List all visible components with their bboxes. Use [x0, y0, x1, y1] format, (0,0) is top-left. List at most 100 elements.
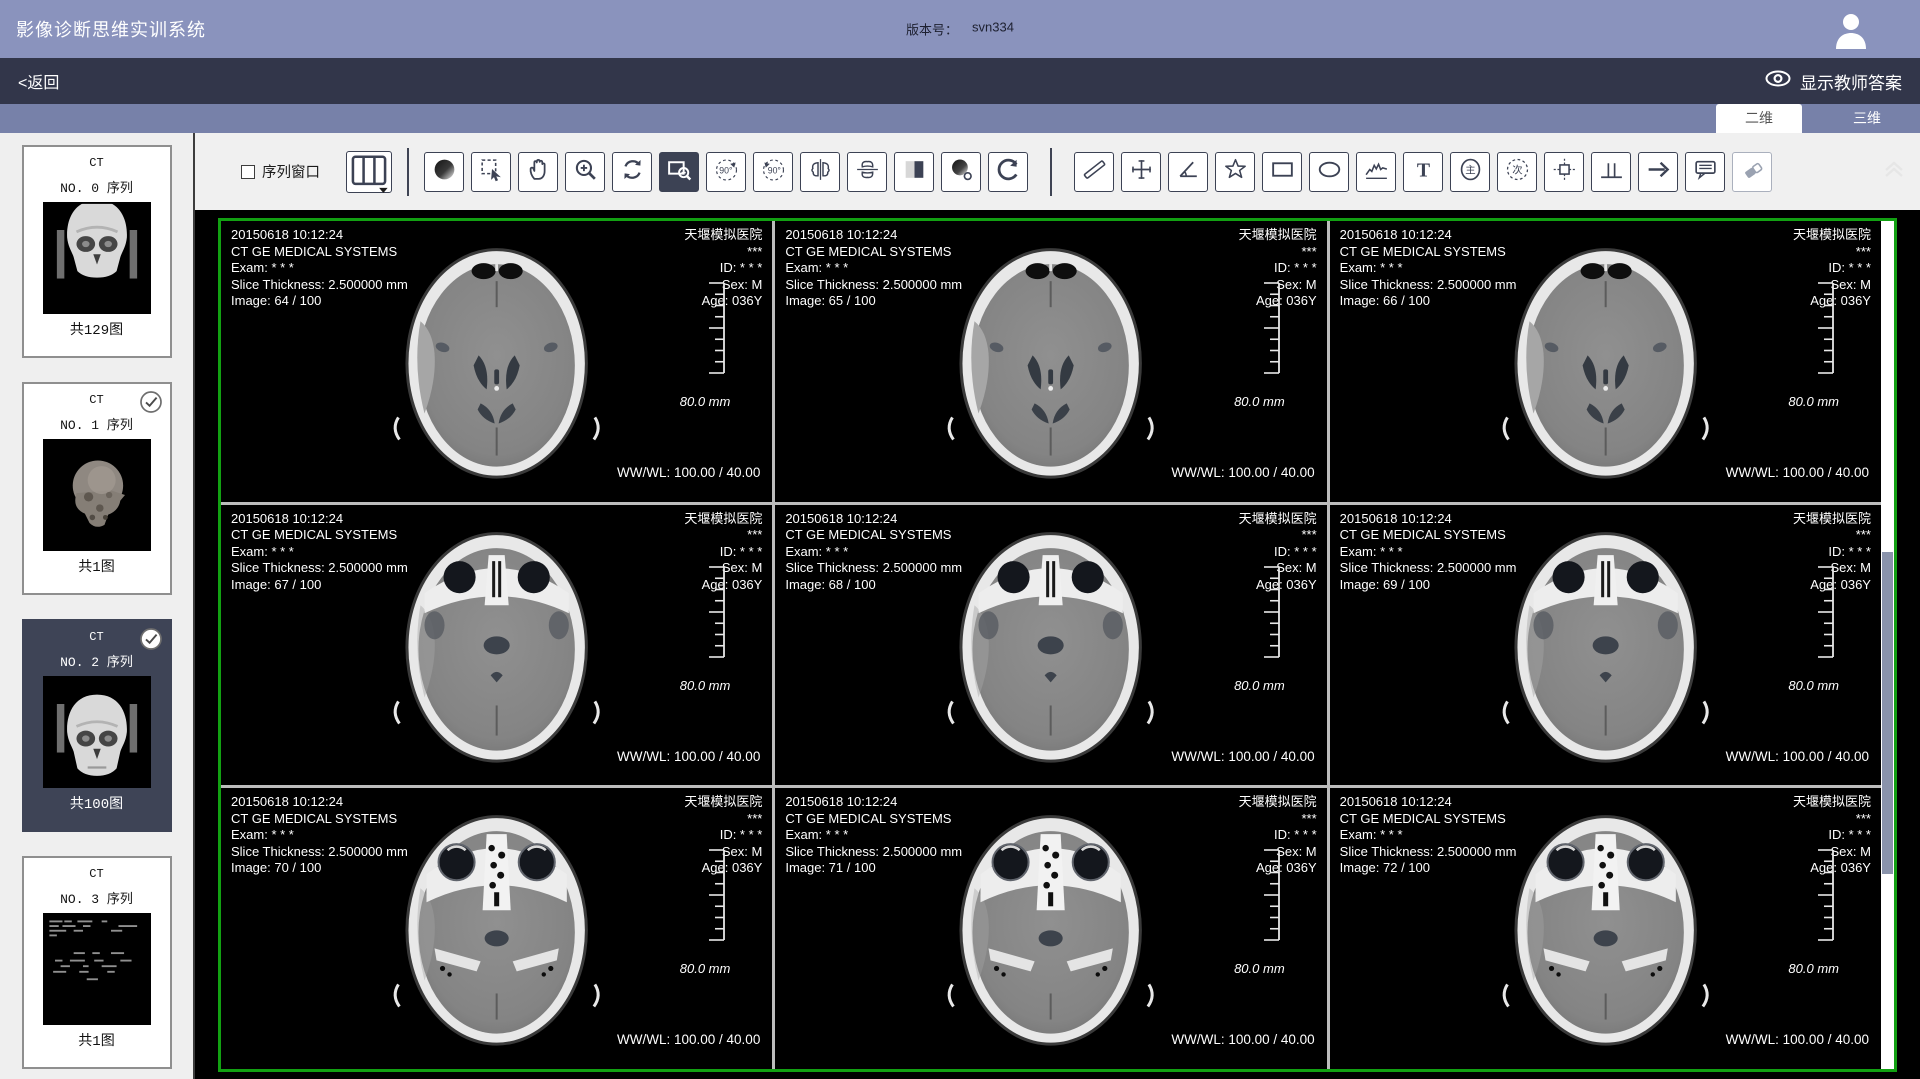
- series-window-checkbox[interactable]: 序列窗口: [241, 161, 320, 182]
- collapse-toolbar-icon[interactable]: [1882, 159, 1906, 184]
- overlay-exam: Exam: * * *: [1340, 544, 1517, 561]
- overlay-patient-id: ID: * * *: [1793, 827, 1871, 844]
- toolbar-button-primary-marker[interactable]: 主: [1450, 152, 1490, 192]
- series-card-2[interactable]: CTNO. 2 序列 共100图: [22, 619, 172, 832]
- svg-text:90°: 90°: [719, 165, 732, 175]
- series-name: NO. 1 序列: [24, 414, 170, 433]
- user-avatar-icon[interactable]: [1830, 9, 1872, 51]
- viewport-cell[interactable]: 20150618 10:12:24 CT GE MEDICAL SYSTEMS …: [775, 788, 1326, 1069]
- toolbar-divider: [407, 148, 409, 196]
- sphere-shade-icon: [431, 156, 458, 188]
- eye-icon: [1765, 70, 1791, 92]
- grid-scrollbar[interactable]: [1881, 221, 1894, 1069]
- rect-roi-icon: [1269, 156, 1296, 188]
- zoom-region-icon: [666, 156, 693, 188]
- viewport-cell[interactable]: 20150618 10:12:24 CT GE MEDICAL SYSTEMS …: [1330, 505, 1881, 786]
- overlay-hospital: 天堰模拟医院: [1239, 794, 1317, 811]
- overlay-wwwl: WW/WL: 100.00 / 40.00: [617, 465, 760, 482]
- viewport-cell[interactable]: 20150618 10:12:24 CT GE MEDICAL SYSTEMS …: [1330, 788, 1881, 1069]
- series-card-3[interactable]: CTNO. 3 序列共1图: [22, 856, 172, 1069]
- series-card-0[interactable]: CTNO. 0 序列 共129图: [22, 145, 172, 358]
- checkbox-box[interactable]: [241, 165, 255, 179]
- toolbar-button-window-level[interactable]: [941, 152, 981, 192]
- layout-button[interactable]: [346, 151, 392, 193]
- toolbar-button-measure-line[interactable]: [1074, 152, 1114, 192]
- viewport-cell[interactable]: 20150618 10:12:24 CT GE MEDICAL SYSTEMS …: [775, 505, 1326, 786]
- measure-angle-icon: [1175, 156, 1202, 188]
- overlay-top-left: 20150618 10:12:24 CT GE MEDICAL SYSTEMS …: [785, 227, 962, 310]
- overlay-exam: Exam: * * *: [1340, 827, 1517, 844]
- overlay-wwwl: WW/WL: 100.00 / 40.00: [617, 1032, 760, 1049]
- toolbar-button-invert[interactable]: [894, 152, 934, 192]
- series-card-1[interactable]: CTNO. 1 序列 共1图: [22, 382, 172, 595]
- toolbar-button-eraser[interactable]: [1732, 152, 1772, 192]
- toolbar-button-rotate-sync[interactable]: [612, 152, 652, 192]
- version-info: 版本号： svn334: [906, 20, 1014, 39]
- ruler-label: 80.0 mm: [1788, 678, 1839, 693]
- toolbar: 序列窗口 90° 90° T主次: [195, 133, 1920, 210]
- scrollbar-thumb[interactable]: [1882, 552, 1893, 874]
- toolbar-button-flip-horizontal[interactable]: [800, 152, 840, 192]
- viewport-cell[interactable]: 20150618 10:12:24 CT GE MEDICAL SYSTEMS …: [1330, 221, 1881, 502]
- series-modality: CT: [24, 156, 170, 170]
- show-teacher-answer-button[interactable]: 显示教师答案: [1765, 69, 1902, 94]
- image-grid: 20150618 10:12:24 CT GE MEDICAL SYSTEMS …: [221, 221, 1881, 1069]
- toolbar-button-arrow-annotation[interactable]: [1638, 152, 1678, 192]
- toolbar-button-zoom-in[interactable]: [565, 152, 605, 192]
- overlay-hospital: 天堰模拟医院: [684, 227, 762, 244]
- viewport-cell[interactable]: 20150618 10:12:24 CT GE MEDICAL SYSTEMS …: [221, 505, 772, 786]
- overlay-top-left: 20150618 10:12:24 CT GE MEDICAL SYSTEMS …: [1340, 227, 1517, 310]
- toolbar-button-star-marker[interactable]: [1215, 152, 1255, 192]
- toolbar-button-hand-pan[interactable]: [518, 152, 558, 192]
- toolbar-button-ellipse-roi[interactable]: [1309, 152, 1349, 192]
- overlay-image-number: Image: 71 / 100: [785, 860, 962, 877]
- toolbar-button-measure-angle[interactable]: [1168, 152, 1208, 192]
- scale-ruler: 80.0 mm: [1234, 280, 1281, 409]
- toolbar-button-secondary-marker[interactable]: 次: [1497, 152, 1537, 192]
- back-button[interactable]: <返回: [18, 69, 59, 93]
- toolbar-button-comment[interactable]: [1685, 152, 1725, 192]
- overlay-image-number: Image: 65 / 100: [785, 293, 962, 310]
- toolbar-button-localizer[interactable]: [1544, 152, 1584, 192]
- scale-ruler: 80.0 mm: [680, 847, 727, 976]
- overlay-patient-id: ID: * * *: [1793, 260, 1871, 277]
- overlay-wwwl: WW/WL: 100.00 / 40.00: [1171, 1032, 1314, 1049]
- overlay-datetime: 20150618 10:12:24: [785, 227, 962, 244]
- toolbar-button-rotate-right-90[interactable]: 90°: [753, 152, 793, 192]
- overlay-hospital: 天堰模拟医院: [684, 511, 762, 528]
- overlay-patient-id: ID: * * *: [1239, 544, 1317, 561]
- toolbar-button-histogram[interactable]: [1591, 152, 1631, 192]
- svg-text:T: T: [1416, 159, 1429, 181]
- overlay-image-number: Image: 66 / 100: [1340, 293, 1517, 310]
- toolbar-button-rect-roi[interactable]: [1262, 152, 1302, 192]
- overlay-image-number: Image: 67 / 100: [231, 577, 408, 594]
- text-annotation-icon: T: [1410, 156, 1437, 188]
- overlay-hospital: 天堰模拟医院: [684, 794, 762, 811]
- toolbar-button-curve-profile[interactable]: [1356, 152, 1396, 192]
- toolbar-button-measure-cross[interactable]: [1121, 152, 1161, 192]
- toolbar-button-rect-select[interactable]: [471, 152, 511, 192]
- toolbar-button-rotate-left-90[interactable]: 90°: [706, 152, 746, 192]
- comment-icon: [1692, 156, 1719, 188]
- tab-2d[interactable]: 二维: [1716, 104, 1802, 133]
- series-image-count: 共1图: [24, 556, 170, 576]
- measure-cross-icon: [1128, 156, 1155, 188]
- tool-buttons: 90° 90° T主次: [424, 148, 1772, 196]
- ruler-label: 80.0 mm: [1234, 394, 1285, 409]
- toolbar-button-flip-vertical[interactable]: [847, 152, 887, 192]
- toolbar-button-zoom-region[interactable]: [659, 152, 699, 192]
- view-mode-strip: 二维三维: [0, 104, 1920, 133]
- toolbar-button-reset[interactable]: [988, 152, 1028, 192]
- viewport-cell[interactable]: 20150618 10:12:24 CT GE MEDICAL SYSTEMS …: [221, 788, 772, 1069]
- overlay-image-number: Image: 68 / 100: [785, 577, 962, 594]
- overlay-exam: Exam: * * *: [231, 544, 408, 561]
- toolbar-button-sphere-shade[interactable]: [424, 152, 464, 192]
- viewport-cell[interactable]: 20150618 10:12:24 CT GE MEDICAL SYSTEMS …: [775, 221, 1326, 502]
- series-sidebar: CTNO. 0 序列 共129图CTNO. 1 序列 共1图CTNO. 2 序列…: [0, 133, 195, 1079]
- viewport-cell[interactable]: 20150618 10:12:24 CT GE MEDICAL SYSTEMS …: [221, 221, 772, 502]
- overlay-slice-thickness: Slice Thickness: 2.500000 mm: [1340, 277, 1517, 294]
- toolbar-button-text-annotation[interactable]: T: [1403, 152, 1443, 192]
- overlay-datetime: 20150618 10:12:24: [231, 511, 408, 528]
- overlay-slice-thickness: Slice Thickness: 2.500000 mm: [231, 277, 408, 294]
- tab-3d[interactable]: 三维: [1824, 104, 1910, 133]
